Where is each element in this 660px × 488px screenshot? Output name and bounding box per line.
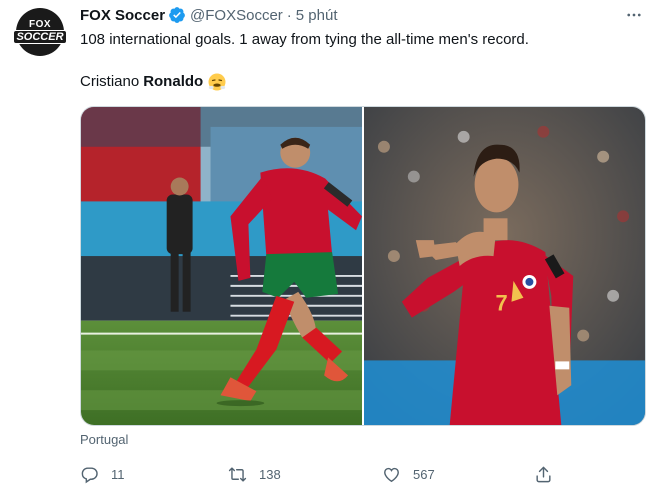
avatar-logo-top: FOX <box>28 19 52 30</box>
tweet-text-line-2: Cristiano Ronaldo <box>80 72 227 92</box>
retweet-button[interactable]: 138 <box>228 462 281 486</box>
svg-text:7: 7 <box>496 291 508 316</box>
like-count: 567 <box>413 466 435 482</box>
location-label[interactable]: Portugal <box>80 432 128 447</box>
share-icon <box>536 466 551 482</box>
tweet-text-bold: Ronaldo <box>143 73 204 90</box>
photo-penalty-kick[interactable] <box>81 107 362 425</box>
reply-button[interactable]: 11 <box>80 462 125 486</box>
media-grid: 7 <box>80 106 646 426</box>
avatar-logo-bottom: SOCCER <box>13 30 67 44</box>
tweet-header: FOX Soccer @FOXSoccer · 5 phút <box>80 4 338 26</box>
retweet-count: 138 <box>259 466 281 482</box>
photo-celebration[interactable]: 7 <box>364 107 645 425</box>
separator-dot: · <box>286 6 292 24</box>
heart-icon <box>384 467 399 482</box>
like-button[interactable]: 567 <box>382 462 435 486</box>
share-button[interactable] <box>534 462 553 486</box>
timestamp[interactable]: 5 phút <box>296 7 338 24</box>
tweet-actions: 11 138 567 <box>80 462 560 486</box>
reply-icon <box>81 466 98 483</box>
steam-face-emoji-icon <box>207 72 227 92</box>
display-name[interactable]: FOX Soccer <box>80 7 165 24</box>
user-handle[interactable]: @FOXSoccer <box>190 7 283 24</box>
tweet-text-line-1: 108 international goals. 1 away from tyi… <box>80 31 529 48</box>
verified-badge-icon <box>168 6 186 24</box>
reply-count: 11 <box>111 466 125 482</box>
tweet-card[interactable]: FOX SOCCER FOX Soccer @FOXSoccer · 5 phú… <box>0 0 660 488</box>
avatar[interactable]: FOX SOCCER <box>13 8 67 56</box>
retweet-icon <box>228 466 247 482</box>
tweet-text-regular: Cristiano <box>80 73 140 90</box>
more-options-icon[interactable] <box>622 4 646 26</box>
